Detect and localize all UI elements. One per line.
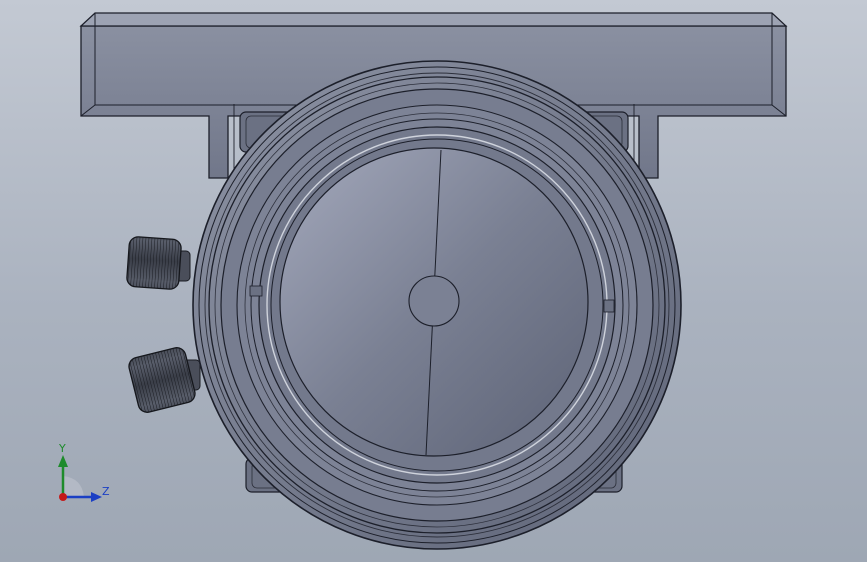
y-axis-label: Y [59, 442, 66, 455]
iris-knob-lower[interactable] [127, 346, 201, 414]
graphics-viewport[interactable]: Y Z [0, 0, 867, 562]
focus-knob-upper[interactable] [126, 236, 191, 290]
lens-model[interactable] [0, 0, 867, 562]
triad-axes [58, 455, 102, 502]
orientation-triad: Y Z [44, 440, 124, 512]
lens-glass [279, 147, 589, 457]
z-axis-label: Z [102, 485, 110, 498]
